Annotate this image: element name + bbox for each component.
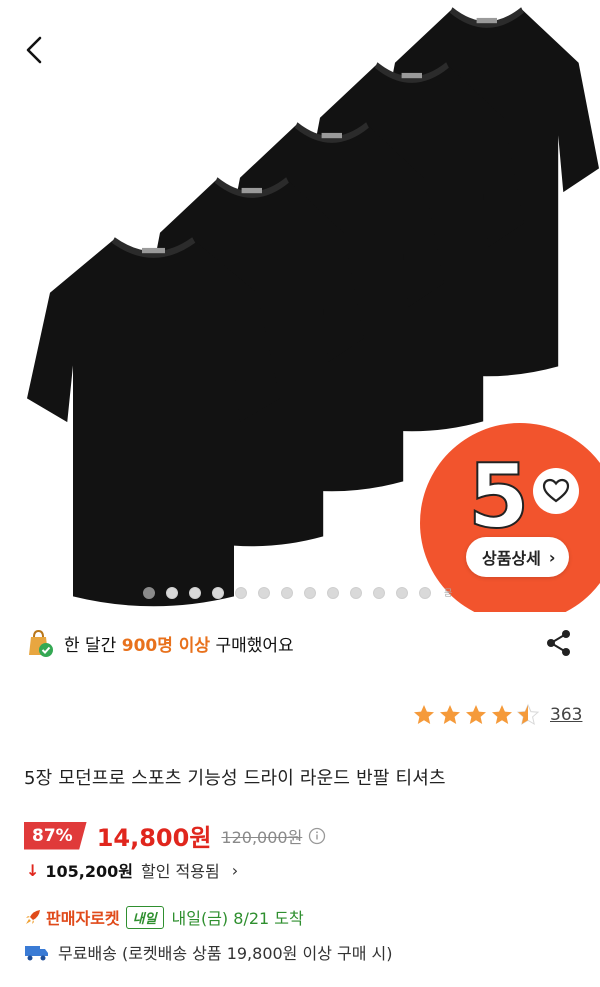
truck-icon (25, 946, 48, 961)
info-icon[interactable] (308, 827, 326, 845)
product-detail-button[interactable]: 상품상세 › (466, 537, 570, 577)
coupon-discount-row[interactable]: ↓ 105,200원 할인 적용됨 › (26, 858, 238, 882)
coupon-amount: 105,200원 (45, 862, 134, 881)
rating-summary[interactable]: 363 (412, 703, 582, 727)
product-title: 5장 모던프로 스포츠 기능성 드라이 라운드 반팔 티셔츠 (24, 768, 446, 789)
gallery-pagination[interactable]: 몸 (143, 586, 452, 599)
arrival-date: 내일(금) 8/21 도착 (171, 909, 304, 928)
share-icon[interactable] (544, 628, 574, 658)
pagination-dot[interactable] (396, 586, 408, 599)
pagination-dot[interactable] (166, 586, 178, 599)
pagination-dot[interactable] (281, 586, 293, 599)
delivery-type-label: 판매자로켓 (46, 909, 120, 928)
sale-price: 14,800원 (96, 824, 212, 852)
pagination-dot[interactable] (143, 586, 155, 599)
arrow-down-icon: ↓ (26, 860, 40, 880)
pagination-more-label: 몸 (444, 589, 453, 599)
tomorrow-badge: 내일 (125, 905, 164, 929)
pagination-dot[interactable] (327, 586, 339, 599)
star-full-icon (440, 705, 460, 724)
pagination-dot[interactable] (189, 586, 201, 599)
purchase-count-banner: 한 달간 900명 이상 구매했어요 (24, 627, 294, 659)
chevron-right-icon: › (231, 860, 239, 880)
pagination-dot[interactable] (419, 586, 431, 599)
shipping-row: 무료배송 (로켓배송 상품 19,800원 이상 구매 시) (24, 940, 393, 964)
purchase-count-suffix: 구매했어요 (210, 635, 294, 656)
star-half-icon (516, 703, 540, 726)
discount-badge: 87% (24, 821, 87, 850)
shopping-bag-check-icon (29, 629, 53, 657)
rocket-icon (26, 910, 40, 924)
purchase-count-prefix: 한 달간 (64, 635, 122, 656)
star-full-icon (414, 705, 434, 724)
pagination-dot[interactable] (373, 586, 385, 599)
pagination-dot[interactable] (212, 586, 224, 599)
pagination-dot[interactable] (304, 586, 316, 599)
product-detail-label: 상품상세 (482, 549, 541, 568)
pagination-dot[interactable] (235, 586, 247, 599)
star-full-icon (492, 705, 512, 724)
shipping-text: 무료배송 (로켓배송 상품 19,800원 이상 구매 시) (58, 944, 393, 963)
purchase-count-highlight: 900명 이상 (121, 635, 211, 656)
back-arrow-icon[interactable] (20, 30, 56, 70)
coupon-applied-label: 할인 적용됨 (141, 862, 220, 881)
wishlist-heart-icon[interactable] (533, 468, 579, 514)
review-count-link[interactable]: 363 (550, 705, 582, 725)
delivery-row: 판매자로켓 내일 내일(금) 8/21 도착 (24, 905, 304, 929)
pagination-dot[interactable] (258, 586, 270, 599)
pagination-dot[interactable] (350, 586, 362, 599)
product-image-gallery[interactable]: 5 상품상세 › 몸 (0, 0, 600, 612)
original-price: 120,000원 (221, 827, 303, 847)
price-row: 87% 14,800원 120,000원 (24, 818, 326, 853)
chevron-right-icon: › (548, 547, 556, 567)
star-full-icon (466, 705, 486, 724)
badge-number: 5 (467, 445, 530, 548)
